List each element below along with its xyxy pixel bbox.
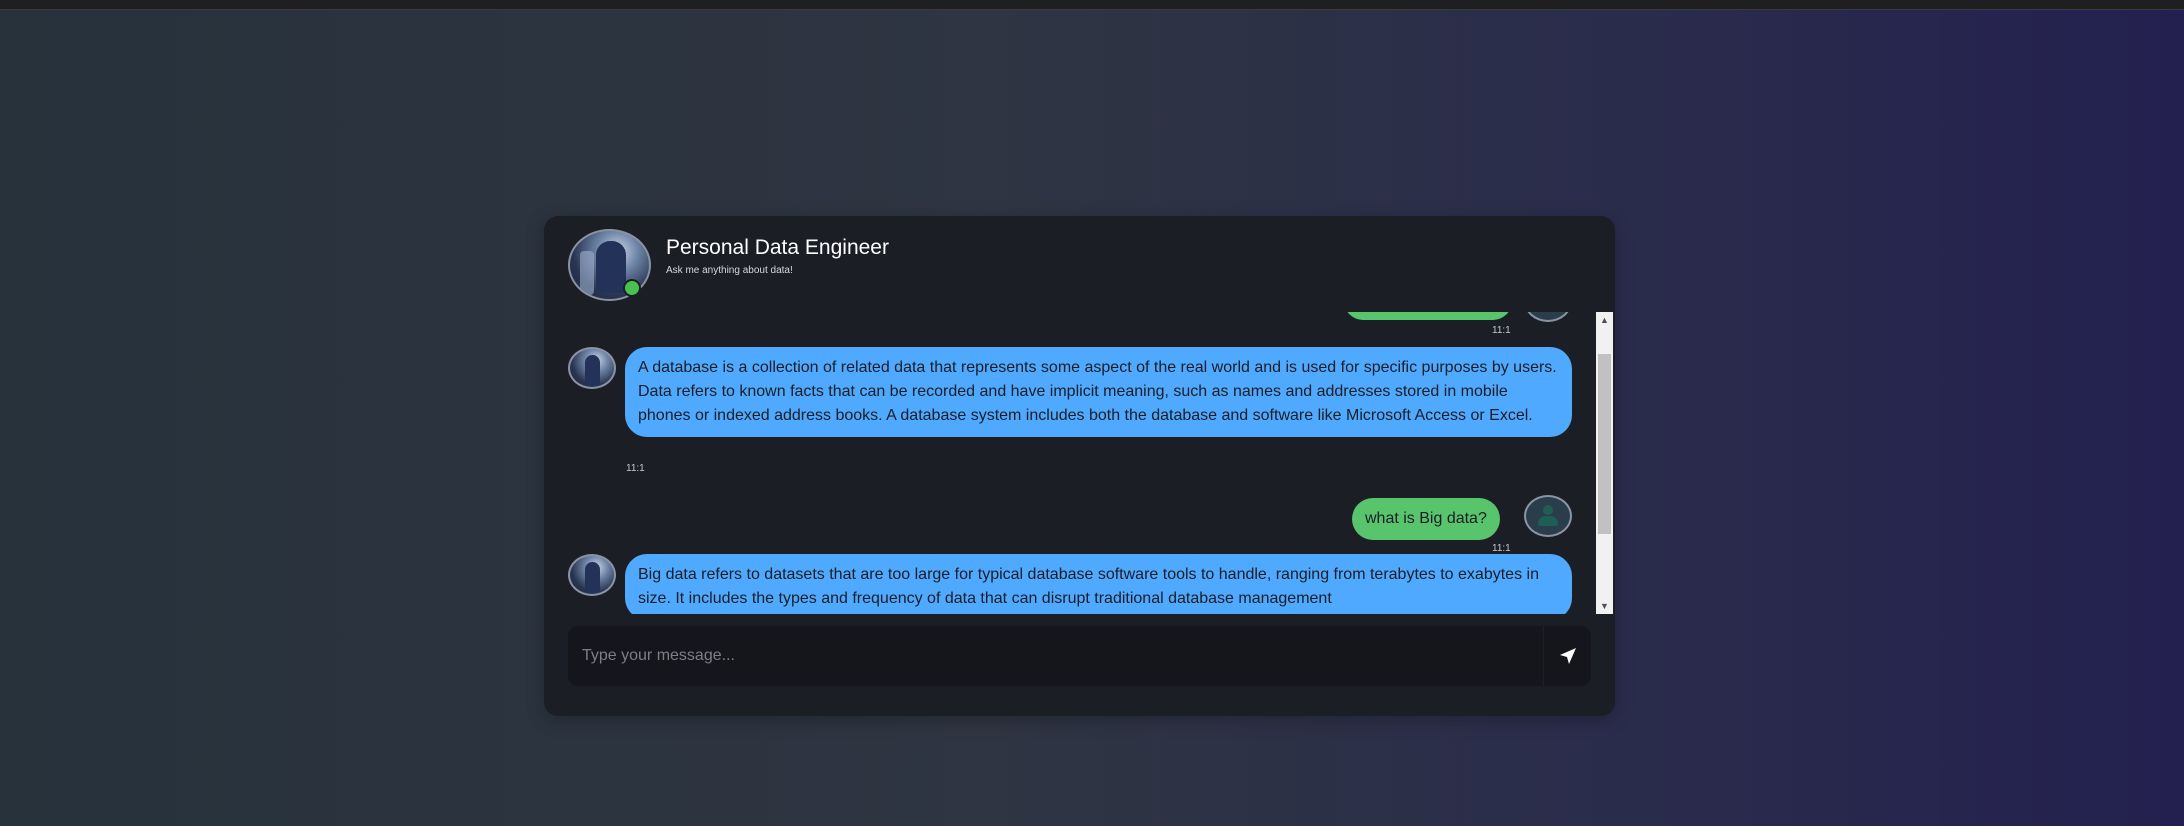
avatar-figure bbox=[596, 241, 626, 293]
bot-message-bubble: Big data refers to datasets that are too… bbox=[625, 554, 1572, 614]
user-avatar-body bbox=[1538, 516, 1558, 526]
message-scrollbar[interactable]: ▲ ▼ bbox=[1596, 312, 1613, 614]
message-composer bbox=[568, 626, 1591, 686]
chat-subtitle: Ask me anything about data! bbox=[666, 265, 793, 276]
send-icon bbox=[1560, 648, 1576, 664]
chat-window: Personal Data Engineer Ask me anything a… bbox=[544, 216, 1615, 716]
send-button[interactable] bbox=[1543, 626, 1592, 686]
message-user: 11:1 bbox=[544, 312, 1612, 342]
bot-message-bubble: A database is a collection of related da… bbox=[625, 347, 1572, 437]
bot-avatar-small bbox=[568, 347, 616, 389]
scroll-thumb[interactable] bbox=[1598, 354, 1611, 534]
message-bot: Big data refers to datasets that are too… bbox=[544, 554, 1612, 614]
message-input[interactable] bbox=[568, 626, 1543, 686]
chat-header: Personal Data Engineer Ask me anything a… bbox=[544, 216, 1615, 312]
scroll-down-arrow-icon[interactable]: ▼ bbox=[1596, 598, 1613, 614]
avatar-figure-back bbox=[580, 251, 594, 295]
message-time: 11:1 bbox=[1492, 543, 1511, 554]
avatar-figure bbox=[585, 562, 600, 592]
user-avatar-head bbox=[1543, 505, 1553, 515]
message-time: 11:1 bbox=[1492, 325, 1511, 336]
message-bot: A database is a collection of related da… bbox=[544, 347, 1612, 487]
avatar-figure bbox=[585, 355, 600, 385]
chat-title: Personal Data Engineer bbox=[666, 236, 889, 259]
scroll-up-arrow-icon[interactable]: ▲ bbox=[1596, 312, 1613, 328]
bot-avatar-small bbox=[568, 554, 616, 596]
message-time: 11:1 bbox=[626, 463, 645, 474]
user-avatar bbox=[1524, 312, 1572, 322]
user-message-bubble bbox=[1344, 312, 1512, 320]
online-status-dot bbox=[623, 279, 641, 297]
user-avatar bbox=[1524, 495, 1572, 537]
browser-top-bar bbox=[0, 0, 2184, 10]
user-message-bubble: what is Big data? bbox=[1352, 498, 1500, 540]
message-list[interactable]: 11:1 A database is a collection of relat… bbox=[544, 312, 1612, 614]
